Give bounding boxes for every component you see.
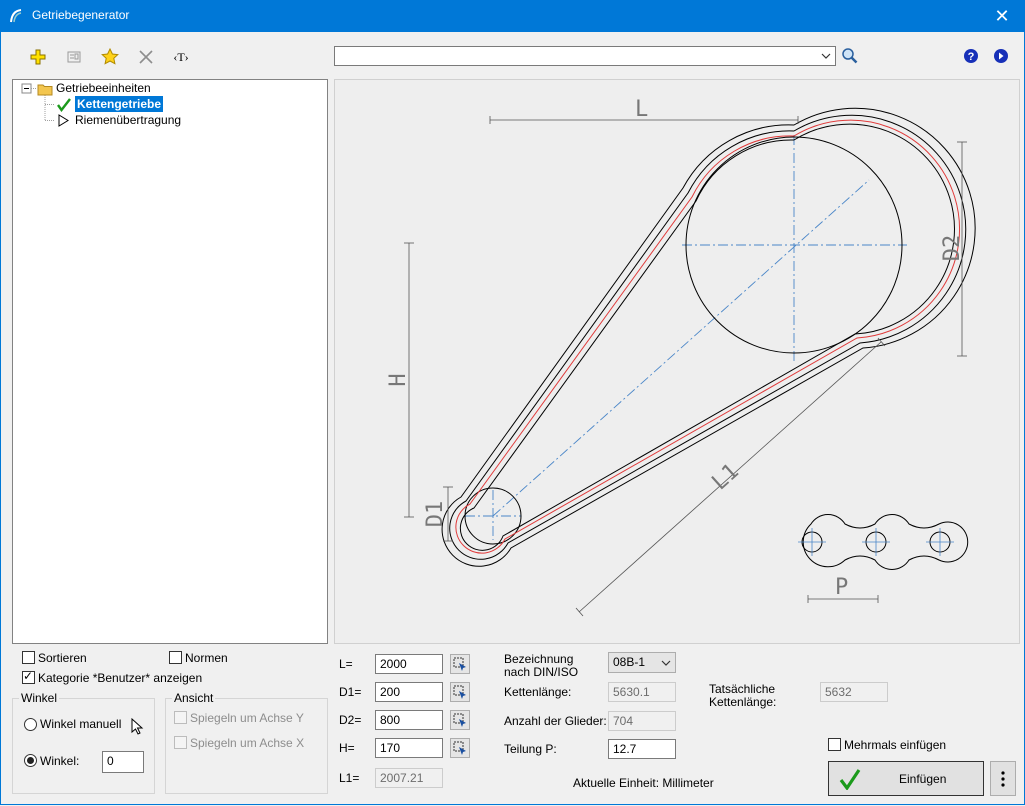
folder-icon — [37, 84, 53, 96]
mehrmals-checkbox[interactable] — [828, 738, 841, 751]
winkel-label: Winkel: — [40, 754, 80, 768]
tree-item-riemenuebertragung[interactable]: Riemenübertragung — [75, 112, 181, 128]
tree-item-kettengetriebe[interactable]: Kettengetriebe — [75, 96, 164, 112]
pick-h-button[interactable] — [450, 738, 470, 758]
help-button[interactable]: ? — [960, 45, 982, 67]
checkmark-icon — [839, 769, 861, 790]
category-tree[interactable]: Getriebeeinheiten Kettengetriebe Riemenü… — [12, 79, 328, 644]
kategorie-label: Kategorie *Benutzer* anzeigen — [38, 671, 203, 685]
teilung-input[interactable]: 12.7 — [608, 739, 676, 759]
param-l1-label: L1= — [339, 771, 360, 785]
normen-checkbox[interactable] — [169, 651, 182, 664]
spiegeln-y-checkbox[interactable] — [174, 711, 187, 724]
spiegeln-x-label: Spiegeln um Achse X — [190, 736, 305, 750]
more-options-button[interactable] — [990, 761, 1016, 796]
ansicht-group-title: Ansicht — [172, 691, 216, 705]
delete-icon — [139, 50, 153, 64]
chevron-down-icon — [821, 53, 831, 59]
bezeichnung-label: Bezeichnung nach DIN/ISO — [504, 652, 579, 679]
pick-point-icon — [453, 713, 466, 727]
pick-d1-button[interactable] — [450, 682, 470, 702]
winkel-group-title: Winkel — [19, 691, 60, 705]
pick-point-icon — [453, 657, 466, 671]
winkel-group: Winkel — [12, 691, 155, 794]
favorite-button[interactable] — [99, 46, 121, 68]
text-tag-icon: ‹T› — [173, 49, 189, 64]
kettenlaenge-label: Kettenlänge: — [504, 685, 572, 699]
param-l-input[interactable]: 2000 — [375, 654, 443, 674]
preview-drawing: L D2 H L1 D1 P — [334, 79, 1020, 644]
add-button[interactable] — [27, 46, 49, 68]
dim-label-l1: L1 — [707, 459, 743, 495]
spiegeln-y-label: Spiegeln um Achse Y — [190, 711, 304, 725]
pick-point-icon — [453, 741, 466, 755]
normen-label: Normen — [185, 651, 228, 665]
winkel-radio[interactable] — [24, 754, 37, 767]
tatsaechlich-label: Tatsächliche Kettenlänge: — [709, 682, 777, 709]
close-icon: ✕ — [994, 5, 1010, 26]
dim-label-d1: D1 — [423, 501, 448, 528]
delete-button[interactable] — [135, 46, 157, 68]
tatsaechlich-readonly: 5632 — [820, 682, 888, 702]
param-d1-label: D1= — [339, 685, 362, 699]
sortieren-label: Sortieren — [38, 651, 87, 665]
mehrmals-label: Mehrmals einfügen — [844, 738, 947, 752]
kategorie-checkbox[interactable] — [22, 669, 35, 684]
glieder-readonly: 704 — [608, 711, 676, 731]
dim-label-l: L — [635, 97, 648, 122]
spiegeln-x-checkbox[interactable] — [174, 736, 187, 749]
param-l1-readonly: 2007.21 — [375, 768, 443, 788]
search-combobox[interactable] — [334, 46, 836, 66]
einheit-label: Aktuelle Einheit: Millimeter — [573, 776, 714, 790]
bezeichnung-select[interactable]: 08B-1 — [608, 652, 676, 673]
bezeichnung-value: 08B-1 — [613, 655, 646, 669]
param-d1-input[interactable]: 200 — [375, 682, 443, 702]
glieder-label: Anzahl der Glieder: — [504, 714, 607, 728]
einfuegen-label: Einfügen — [899, 772, 947, 786]
pick-point-icon — [453, 685, 466, 699]
search-icon — [842, 48, 858, 64]
text-tag-button[interactable]: ‹T› — [170, 46, 192, 68]
search-button[interactable] — [839, 45, 861, 67]
pick-l-button[interactable] — [450, 654, 470, 674]
help-icon: ? — [964, 49, 978, 63]
param-l-label: L= — [339, 657, 353, 671]
winkel-manuell-label: Winkel manuell — [40, 717, 122, 731]
window-title: Getriebegenerator — [32, 8, 130, 22]
winkel-input[interactable]: 0 — [102, 751, 144, 773]
belt-icon — [58, 114, 69, 127]
properties-button[interactable] — [63, 46, 85, 68]
forward-button[interactable] — [990, 45, 1012, 67]
sortieren-checkbox[interactable] — [22, 651, 35, 664]
mouse-cursor-icon — [131, 718, 144, 735]
title-bar: Getriebegenerator ✕ — [0, 0, 1025, 32]
pick-d2-button[interactable] — [450, 710, 470, 730]
dim-label-h: H — [386, 373, 411, 386]
param-d2-label: D2= — [339, 713, 362, 727]
param-d2-input[interactable]: 800 — [375, 710, 443, 730]
teilung-label: Teilung P: — [504, 742, 557, 756]
favorite-star-icon — [101, 48, 119, 65]
chain-check-icon — [57, 98, 71, 112]
app-icon — [10, 9, 22, 23]
add-icon — [30, 49, 46, 65]
param-h-label: H= — [339, 741, 355, 755]
tree-root[interactable]: Getriebeeinheiten — [56, 80, 151, 96]
chain-drive-schematic: L D2 H L1 D1 P — [386, 97, 976, 617]
forward-icon — [994, 49, 1008, 63]
dim-label-p: P — [835, 575, 848, 600]
svg-text:?: ? — [968, 51, 975, 63]
chevron-down-icon — [661, 660, 671, 666]
dim-label-d2: D2 — [940, 235, 965, 262]
einfuegen-button[interactable]: Einfügen — [828, 761, 984, 796]
winkel-manuell-radio[interactable] — [24, 718, 37, 731]
param-h-input[interactable]: 170 — [375, 738, 443, 758]
kettenlaenge-readonly: 5630.1 — [608, 682, 676, 702]
properties-icon — [67, 51, 81, 63]
vertical-dots-icon — [1001, 771, 1005, 787]
close-button[interactable]: ✕ — [979, 0, 1025, 32]
